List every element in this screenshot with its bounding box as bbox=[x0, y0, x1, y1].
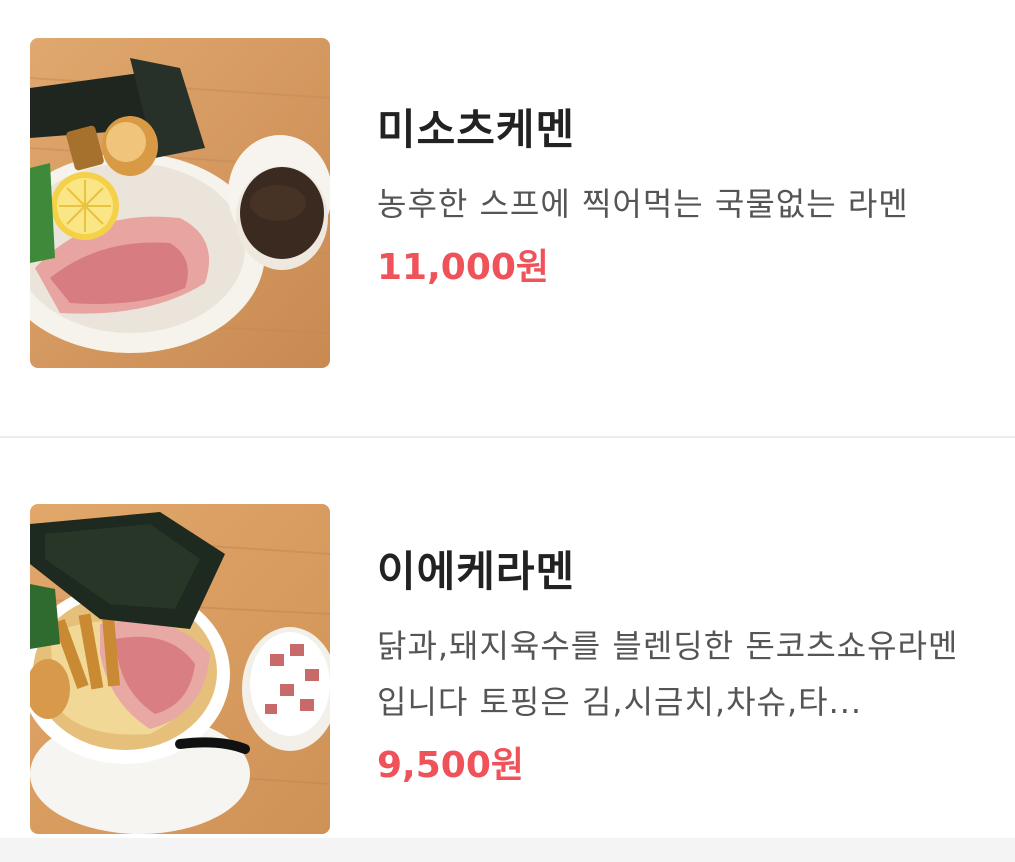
menu-item-description: 닭과,돼지육수를 블렌딩한 돈코츠쇼유라멘 입니다 토핑은 김,시금치,차슈,타… bbox=[377, 627, 959, 721]
list-bottom-edge bbox=[0, 838, 1015, 862]
menu-item-price: 11,000원 bbox=[377, 247, 550, 288]
menu-item-description: 농후한 스프에 찍어먹는 국물없는 라멘 bbox=[377, 185, 909, 223]
menu-item-miso-tsukemen[interactable]: 미소츠케멘 농후한 스프에 찍어먹는 국물없는 라멘 11,000원 bbox=[0, 0, 1015, 436]
menu-item-name: 이에케라멘 bbox=[377, 547, 576, 596]
ramen-photo bbox=[30, 504, 330, 834]
menu-item-image bbox=[30, 38, 330, 368]
menu-list: 미소츠케멘 농후한 스프에 찍어먹는 국물없는 라멘 11,000원 이에케라멘… bbox=[0, 0, 1015, 862]
tsukemen-photo bbox=[30, 38, 330, 368]
menu-item-iekei-ramen[interactable]: 이에케라멘 닭과,돼지육수를 블렌딩한 돈코츠쇼유라멘 입니다 토핑은 김,시금… bbox=[0, 438, 1015, 838]
menu-item-info: 미소츠케멘 농후한 스프에 찍어먹는 국물없는 라멘 11,000원 bbox=[377, 98, 995, 294]
menu-item-image bbox=[30, 504, 330, 834]
menu-item-info: 이에케라멘 닭과,돼지육수를 블렌딩한 돈코츠쇼유라멘 입니다 토핑은 김,시금… bbox=[377, 540, 995, 792]
menu-item-price: 9,500원 bbox=[377, 745, 524, 786]
menu-item-name: 미소츠케멘 bbox=[377, 105, 576, 154]
